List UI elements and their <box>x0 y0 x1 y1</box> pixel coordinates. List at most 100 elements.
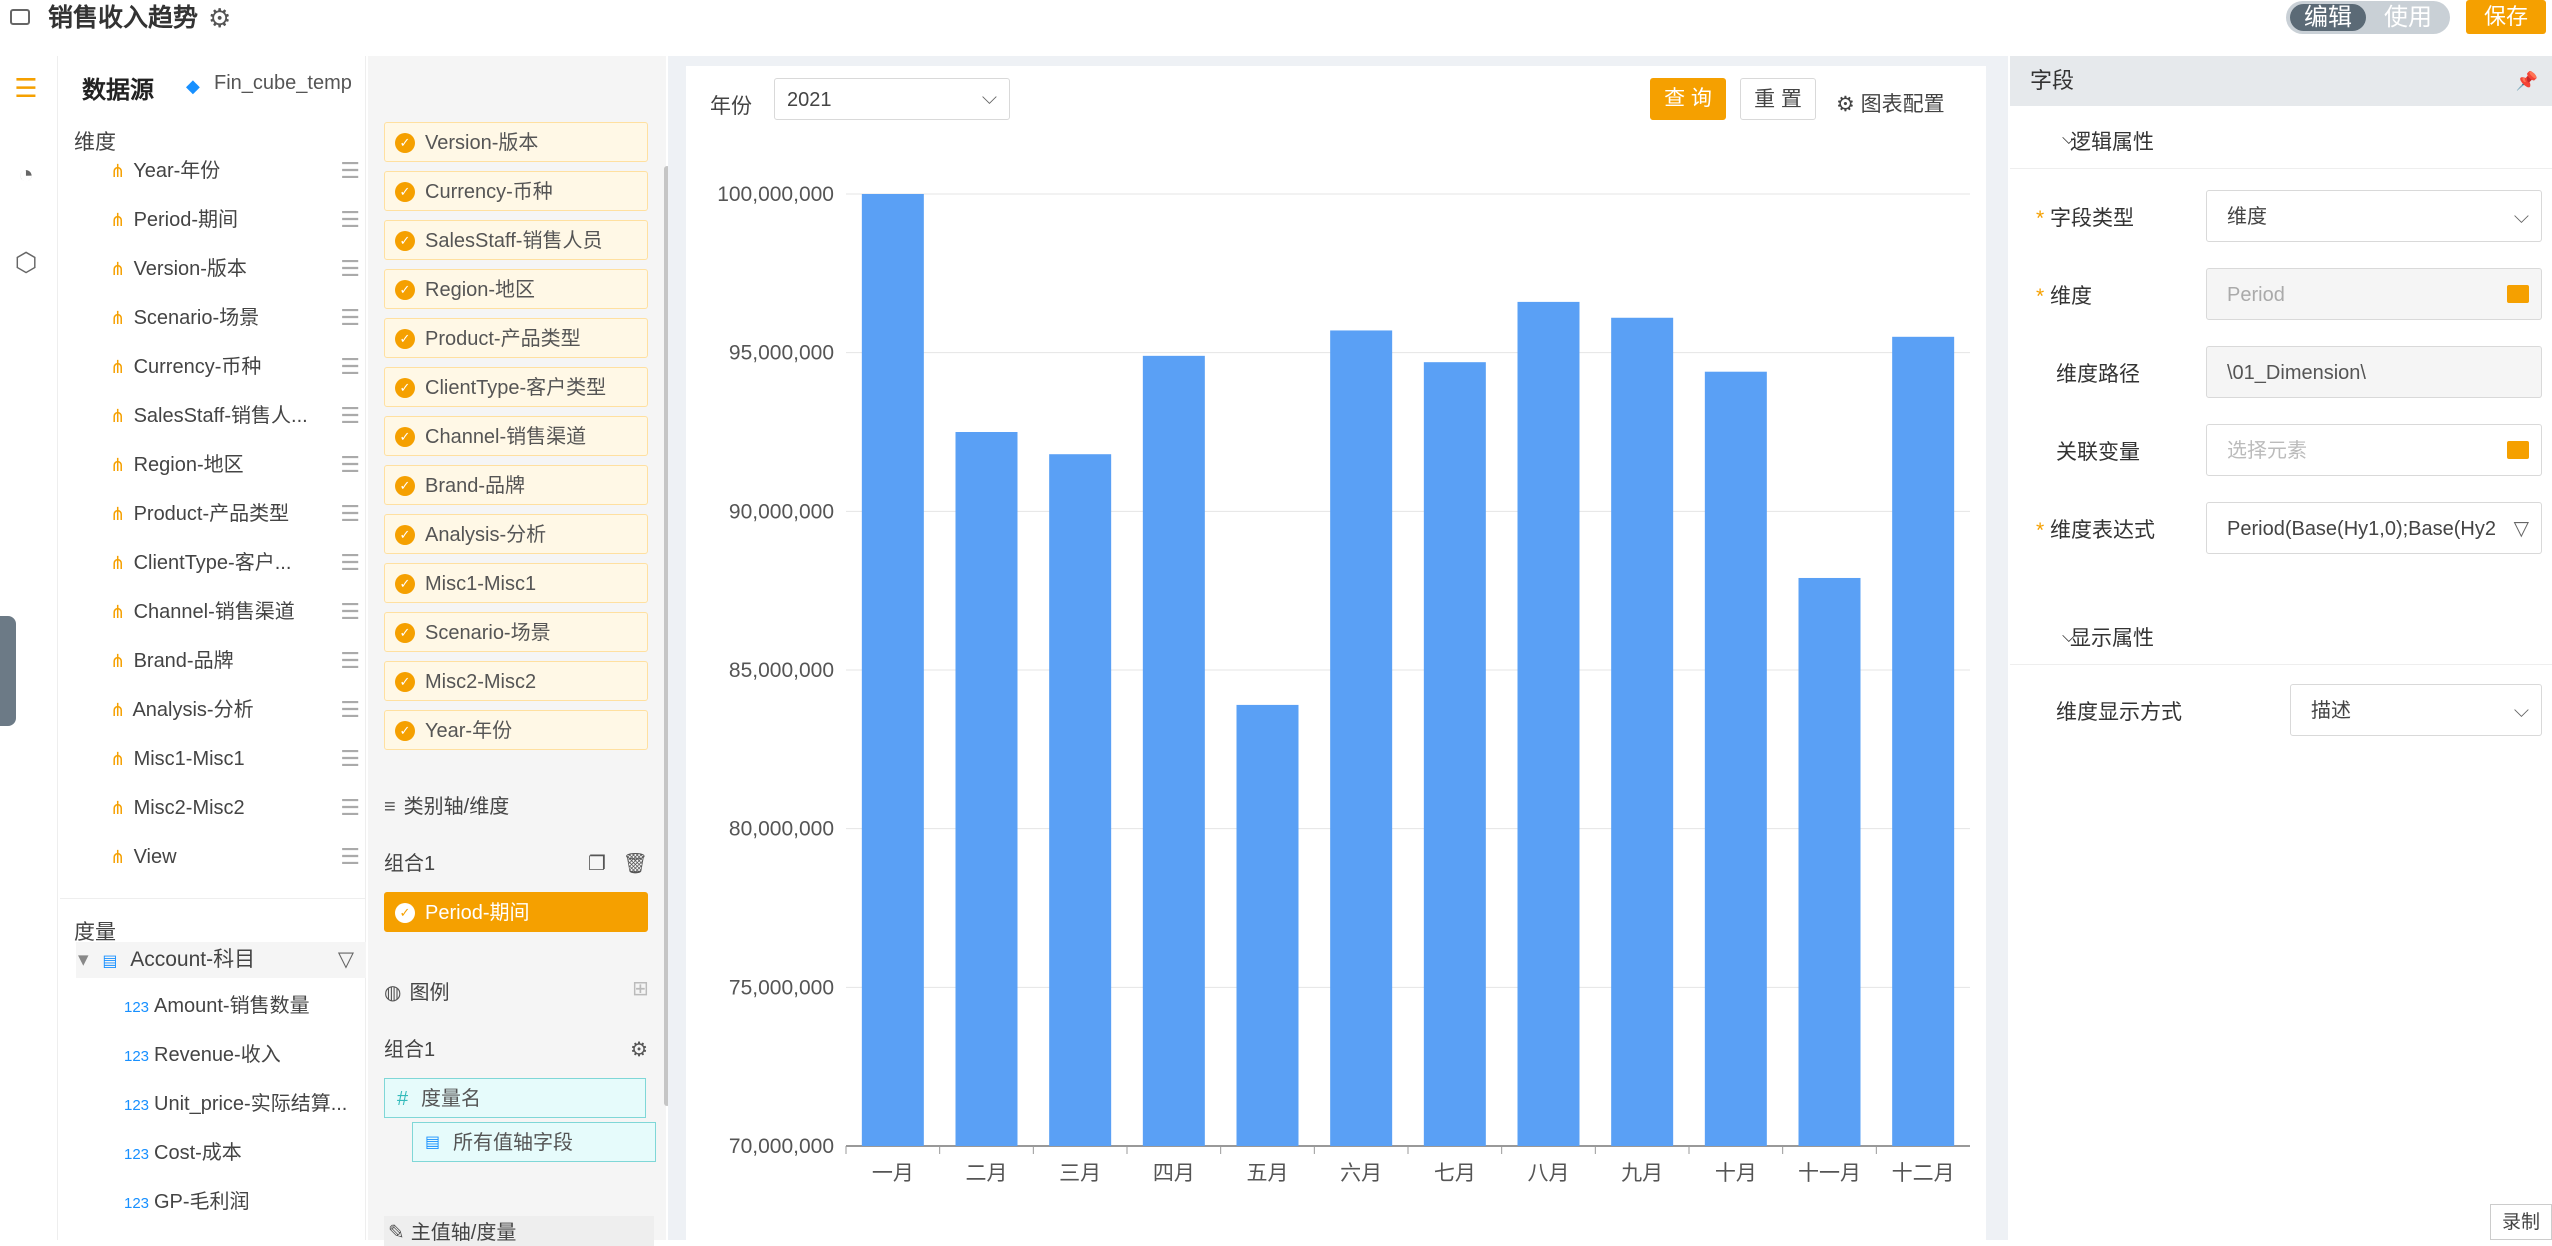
drag-menu-icon[interactable]: ☰ <box>340 254 360 284</box>
drag-menu-icon[interactable]: ☰ <box>340 597 360 627</box>
dimension-item[interactable]: ⋔ Misc2-Misc2 ☰ <box>110 793 360 823</box>
bar[interactable] <box>1142 355 1205 1147</box>
all-value-fields-chip[interactable]: ▤ 所有值轴字段 <box>412 1122 656 1162</box>
dimension-item[interactable]: ⋔ Year-年份 ☰ <box>110 156 360 186</box>
bar[interactable] <box>1704 371 1767 1146</box>
filter-chip[interactable]: ✓ Product-产品类型 <box>384 318 648 358</box>
chart-pie-icon[interactable]: ◔ <box>10 158 42 190</box>
bar[interactable] <box>1330 330 1393 1146</box>
folder-icon[interactable] <box>2507 441 2529 459</box>
drag-menu-icon[interactable]: ☰ <box>340 744 360 774</box>
drag-menu-icon[interactable]: ☰ <box>340 205 360 235</box>
title-settings-gear-icon[interactable]: ⚙ <box>208 3 231 34</box>
drag-menu-icon[interactable]: ☰ <box>340 303 360 333</box>
panel-expand-handle[interactable] <box>0 616 16 726</box>
dimension-item[interactable]: ⋔ Brand-品牌 ☰ <box>110 646 360 676</box>
drag-menu-icon[interactable]: ☰ <box>340 842 360 872</box>
dimension-item[interactable]: ⋔ Currency-币种 ☰ <box>110 352 360 382</box>
caret-down-icon[interactable]: ▾ <box>78 948 89 971</box>
dimension-item[interactable]: ⋔ SalesStaff-销售人... ☰ <box>110 401 360 431</box>
y-tick-label: 100,000,000 <box>717 183 834 206</box>
measure-item[interactable]: 123 Amount-销售数量 <box>124 991 364 1021</box>
measure-item[interactable]: 123 Cost-成本 <box>124 1138 364 1168</box>
filter-chip[interactable]: ✓ Channel-销售渠道 <box>384 416 648 456</box>
bar[interactable] <box>1049 454 1112 1146</box>
pin-icon[interactable]: 📌 <box>2516 56 2538 106</box>
filter-chip[interactable]: ✓ Misc1-Misc1 <box>384 563 648 603</box>
recording-button[interactable]: 录制 <box>2490 1204 2552 1240</box>
filter-chip[interactable]: ✓ Analysis-分析 <box>384 514 648 554</box>
bar[interactable] <box>1517 301 1580 1146</box>
dimension-item[interactable]: ⋔ Region-地区 ☰ <box>110 450 360 480</box>
dimension-item[interactable]: ⋔ Misc1-Misc1 ☰ <box>110 744 360 774</box>
drag-menu-icon[interactable]: ☰ <box>340 793 360 823</box>
chart-config-button[interactable]: ⚙ 图表配置 <box>1836 88 1945 118</box>
measure-item[interactable]: 123 Unit_price-实际结算... <box>124 1089 364 1119</box>
filter-chip[interactable]: ✓ Brand-品牌 <box>384 465 648 505</box>
dimension-item[interactable]: ⋔ ClientType-客户... ☰ <box>110 548 360 578</box>
bar[interactable] <box>1892 336 1955 1146</box>
datasource-icon[interactable]: ☰ <box>10 72 42 104</box>
measure-item[interactable]: 123 Revenue-收入 <box>124 1040 364 1070</box>
field-type-select[interactable]: 维度 ⌵ <box>2206 190 2542 242</box>
cube-name[interactable]: Fin_cube_temp <box>214 72 352 95</box>
filter-chip[interactable]: ✓ Misc2-Misc2 <box>384 661 648 701</box>
drag-menu-icon[interactable]: ☰ <box>340 450 360 480</box>
script-js-icon[interactable]: ⬡ <box>10 246 42 278</box>
delete-icon[interactable]: 🗑 <box>623 853 648 875</box>
bar[interactable] <box>955 432 1018 1146</box>
mode-toggle[interactable]: 编辑 使用 <box>2286 1 2450 34</box>
filter-chip[interactable]: ✓ Version-版本 <box>384 122 648 162</box>
measure-name-chip[interactable]: # 度量名 <box>384 1078 646 1118</box>
filter-chip[interactable]: ✓ SalesStaff-销售人员 <box>384 220 648 260</box>
filter-chip[interactable]: ✓ Currency-币种 <box>384 171 648 211</box>
bar[interactable] <box>1611 317 1674 1146</box>
copy-icon[interactable]: ❐ <box>588 853 606 875</box>
filter-icon[interactable]: ▽ <box>2509 503 2529 553</box>
measure-item[interactable]: 123 GP-毛利润 <box>124 1187 364 1217</box>
bar[interactable] <box>1236 704 1299 1146</box>
bar[interactable] <box>1798 577 1861 1146</box>
dimension-item[interactable]: ⋔ Product-产品类型 ☰ <box>110 499 360 529</box>
dimension-icon: ⋔ <box>110 553 126 573</box>
save-button[interactable]: 保存 <box>2466 0 2546 34</box>
bar[interactable] <box>1423 362 1486 1146</box>
dimension-item[interactable]: ⋔ View ☰ <box>110 842 360 872</box>
query-button[interactable]: 查 询 <box>1650 78 1726 120</box>
drag-menu-icon[interactable]: ☰ <box>340 695 360 725</box>
filter-chip-label: Currency-币种 <box>425 181 553 203</box>
dimension-item[interactable]: ⋔ Analysis-分析 ☰ <box>110 695 360 725</box>
drag-menu-icon[interactable]: ☰ <box>340 548 360 578</box>
display-section-title[interactable]: 显示属性 <box>2070 622 2154 652</box>
filter-chip[interactable]: ✓ Region-地区 <box>384 269 648 309</box>
group-settings-gear-icon[interactable]: ⚙ <box>630 1032 648 1068</box>
drag-menu-icon[interactable]: ☰ <box>340 156 360 186</box>
logic-section-title[interactable]: 逻辑属性 <box>2070 126 2154 156</box>
filter-chip[interactable]: ✓ Scenario-场景 <box>384 612 648 652</box>
filter-chip[interactable]: ✓ ClientType-客户类型 <box>384 367 648 407</box>
reset-button[interactable]: 重 置 <box>1740 78 1816 120</box>
dimension-item[interactable]: ⋔ Period-期间 ☰ <box>110 205 360 235</box>
drag-menu-icon[interactable]: ☰ <box>340 352 360 382</box>
dimension-field[interactable]: Period <box>2206 268 2542 320</box>
filter-chip[interactable]: ✓ Year-年份 <box>384 710 648 750</box>
drag-menu-icon[interactable]: ☰ <box>340 401 360 431</box>
drag-menu-icon[interactable]: ☰ <box>340 646 360 676</box>
dimension-item[interactable]: ⋔ Version-版本 ☰ <box>110 254 360 284</box>
use-mode-button[interactable]: 使用 <box>2372 4 2444 31</box>
add-icon[interactable]: ⊞ <box>632 976 649 1001</box>
edit-mode-button[interactable]: 编辑 <box>2290 4 2366 31</box>
filter-icon[interactable]: ▽ <box>338 942 354 978</box>
category-chip[interactable]: ✓ Period-期间 <box>384 892 648 932</box>
dimension-item[interactable]: ⋔ Scenario-场景 ☰ <box>110 303 360 333</box>
dimension-label: SalesStaff-销售人... <box>133 405 308 427</box>
variable-field[interactable]: 选择元素 <box>2206 424 2542 476</box>
dimension-item[interactable]: ⋔ Channel-销售渠道 ☰ <box>110 597 360 627</box>
year-select[interactable]: 2021 ⌵ <box>774 78 1010 120</box>
display-mode-select[interactable]: 描述 ⌵ <box>2290 684 2542 736</box>
account-group[interactable]: ▾ ▤ Account-科目 ▽ <box>76 942 366 978</box>
expression-field[interactable]: Period(Base(Hy1,0);Base(Hy2 ▽ <box>2206 502 2542 554</box>
folder-icon[interactable] <box>2507 285 2529 303</box>
bar[interactable] <box>861 194 924 1146</box>
drag-menu-icon[interactable]: ☰ <box>340 499 360 529</box>
